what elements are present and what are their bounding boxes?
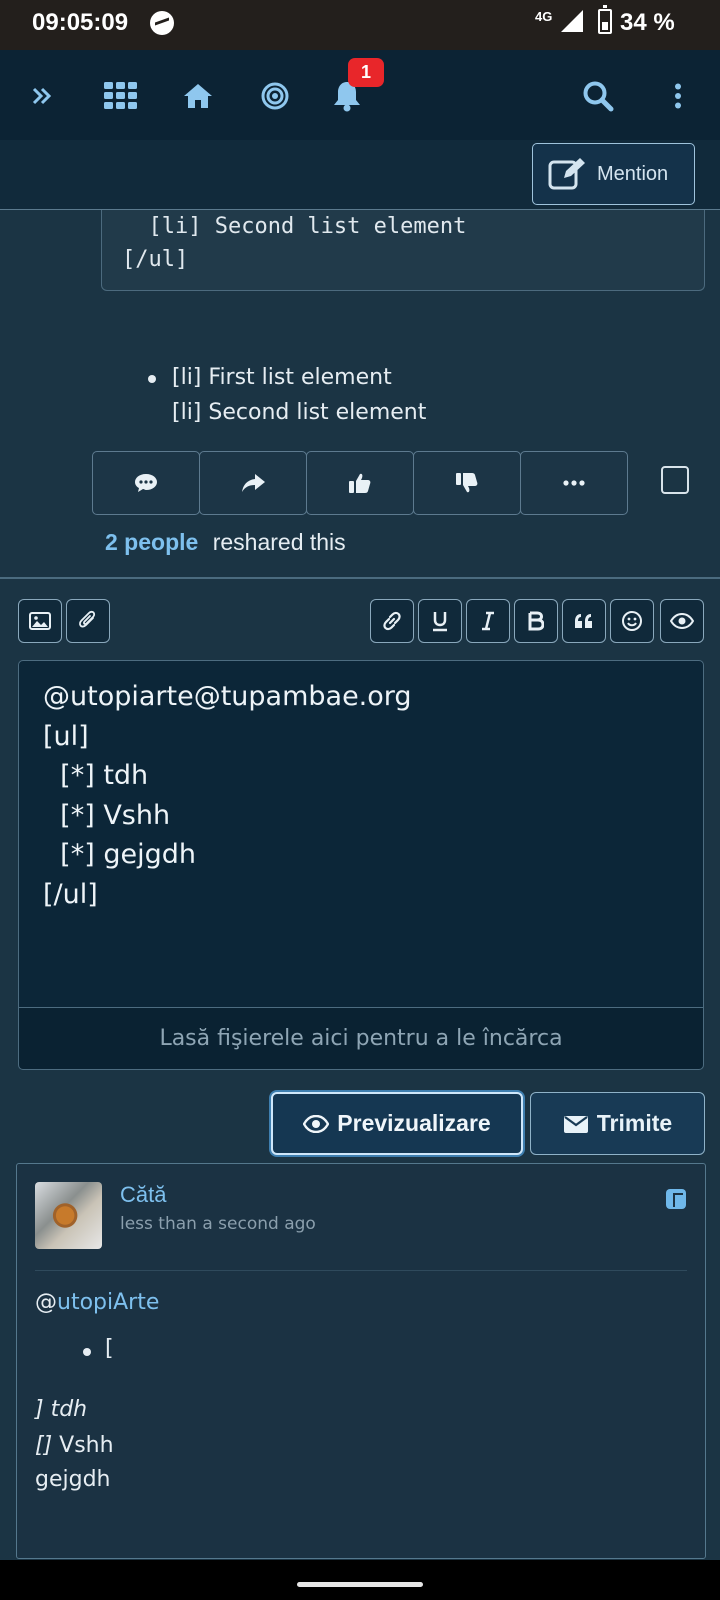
top-nav-bar: 1 — [0, 50, 720, 140]
select-checkbox[interactable] — [661, 466, 689, 494]
comment-icon — [135, 474, 157, 492]
envelope-icon — [563, 1115, 588, 1133]
underline-icon — [433, 612, 447, 632]
text-line: ] tdh — [35, 1397, 88, 1422]
list-item: [ — [105, 1336, 114, 1361]
home-gesture-handle[interactable] — [297, 1582, 423, 1587]
thumbs-up-icon — [349, 473, 371, 493]
expand-sidebar-icon[interactable] — [18, 72, 66, 120]
like-button[interactable] — [306, 451, 414, 515]
messenger-icon — [150, 11, 174, 35]
send-label: Trimite — [596, 1110, 673, 1136]
post-actions — [92, 451, 628, 515]
smiley-icon — [622, 611, 642, 631]
card-divider — [35, 1270, 687, 1271]
emoji-button[interactable] — [610, 599, 654, 643]
network-target-icon[interactable] — [251, 72, 299, 120]
quote-button[interactable] — [562, 599, 606, 643]
sub-header: Mention — [0, 140, 720, 210]
preview-toggle-button[interactable] — [660, 599, 704, 643]
underline-button[interactable] — [418, 599, 462, 643]
status-time: 09:05:09 — [32, 9, 129, 36]
bold-icon — [528, 611, 544, 631]
battery-percent: 34 % — [620, 9, 675, 36]
bold-button[interactable] — [514, 599, 558, 643]
preview-label: Previzualizare — [337, 1110, 491, 1136]
home-icon[interactable] — [174, 72, 222, 120]
text-line: [] Vshh — [35, 1433, 114, 1458]
insert-image-button[interactable] — [18, 599, 62, 643]
system-nav-bar — [0, 1560, 720, 1600]
list-bullet — [83, 1348, 91, 1356]
reshare-info: 2 people reshared this — [105, 529, 346, 556]
apps-grid-icon[interactable] — [97, 72, 145, 120]
preview-button[interactable]: Previzualizare — [271, 1092, 523, 1155]
file-dropzone[interactable]: Lasă fişierele aici pentru a le încărca — [18, 1008, 704, 1070]
status-bar: 09:05:09 4G 34 % — [0, 0, 720, 50]
reshare-text: reshared this — [212, 529, 346, 555]
italic-button[interactable] — [466, 599, 510, 643]
mention-prefix: @ — [35, 1290, 57, 1315]
author-name[interactable]: Cătă — [120, 1182, 166, 1208]
italic-icon — [482, 611, 494, 631]
list-item: [li] First list element — [172, 365, 392, 390]
avatar[interactable] — [35, 1182, 102, 1249]
eye-icon — [303, 1114, 330, 1133]
text-fragment: [] — [35, 1433, 53, 1458]
mention-label: Mention — [597, 162, 669, 185]
paperclip-icon — [79, 610, 96, 628]
thumbs-down-icon — [456, 473, 478, 493]
eye-icon — [670, 613, 694, 629]
post-time: less than a second ago — [120, 1214, 316, 1234]
ellipsis-icon — [563, 480, 585, 486]
reshare-button[interactable] — [199, 451, 307, 515]
share-arrow-icon — [242, 474, 265, 492]
more-vertical-icon[interactable] — [654, 72, 702, 120]
mention-line: @utopiArte — [35, 1290, 159, 1315]
insert-link-button[interactable] — [370, 599, 414, 643]
send-button[interactable]: Trimite — [530, 1092, 705, 1155]
notification-count-badge: 1 — [348, 58, 384, 87]
search-icon[interactable] — [574, 72, 622, 120]
network-type: 4G — [535, 9, 553, 24]
text-line: gejgdh — [35, 1467, 111, 1492]
dislike-button[interactable] — [413, 451, 521, 515]
card-body: @utopiArte [ ] tdh [] Vshh gejgdh — [35, 1290, 159, 1492]
text-fragment: Vshh — [52, 1433, 114, 1458]
network-f-icon — [666, 1189, 686, 1209]
reshare-people-link[interactable]: 2 people — [105, 529, 198, 555]
battery-icon — [598, 5, 612, 34]
list-item: [li] Second list element — [172, 400, 427, 425]
message-editor-textarea[interactable]: @utopiarte@tupambae.org [ul] [*] tdh [*]… — [18, 660, 704, 1008]
preview-card: Cătă less than a second ago @utopiArte [… — [16, 1163, 706, 1559]
section-divider — [0, 577, 720, 579]
edit-icon — [548, 158, 585, 190]
signal-icon — [561, 10, 583, 32]
link-icon — [383, 611, 401, 631]
attach-file-button[interactable] — [66, 599, 110, 643]
mention-link[interactable]: utopiArte — [57, 1290, 159, 1315]
list-bullet — [148, 375, 156, 383]
image-icon — [29, 612, 51, 630]
more-options-button[interactable] — [520, 451, 628, 515]
mention-button[interactable]: Mention — [532, 143, 695, 205]
quote-icon — [575, 614, 592, 628]
post-rendered-list: [li] First list element [li] Second list… — [148, 360, 427, 430]
comment-button[interactable] — [92, 451, 200, 515]
